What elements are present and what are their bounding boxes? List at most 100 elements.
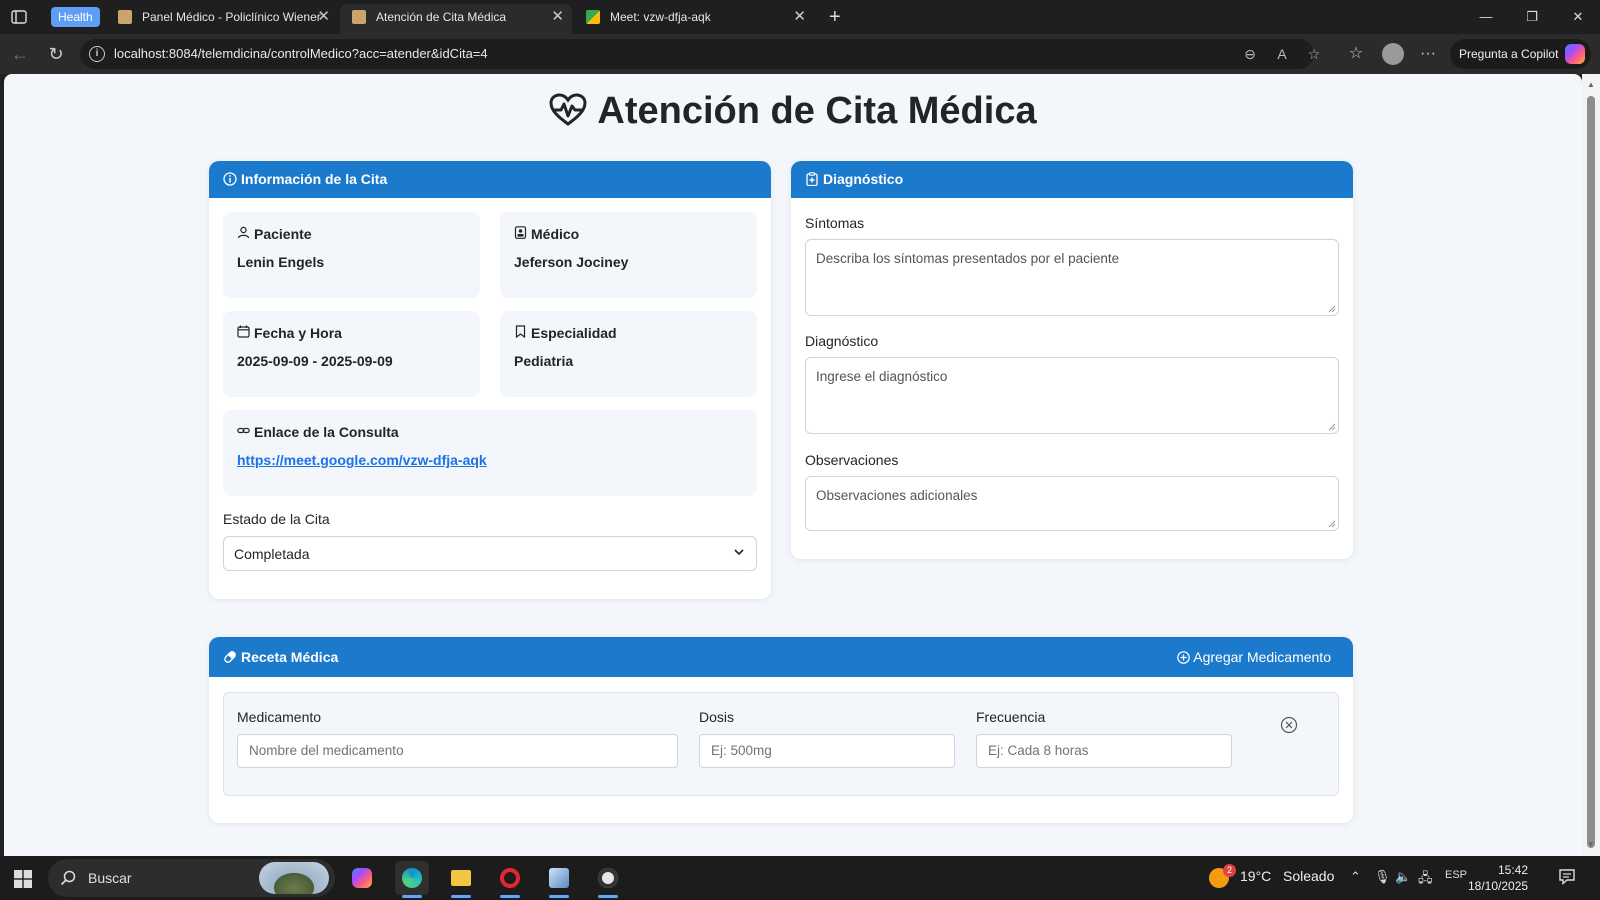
- resize-grip-icon[interactable]: [1328, 305, 1336, 313]
- medication-row: Medicamento Nombre del medicamento Dosis…: [223, 692, 1339, 796]
- close-tab-icon[interactable]: ✕: [317, 4, 330, 30]
- tab-group-label[interactable]: Health: [51, 7, 100, 27]
- tray-overflow-icon[interactable]: ⌃: [1350, 869, 1361, 885]
- tab-title: Panel Médico - Policlínico Wiener: [142, 10, 321, 24]
- weather-temperature[interactable]: 19°C: [1240, 868, 1271, 884]
- tab-meet[interactable]: Meet: vzw-dfja-aqk ✕: [574, 4, 814, 34]
- specialty-label-text: Especialidad: [531, 325, 617, 341]
- dose-input[interactable]: Ej: 500mg: [699, 734, 955, 768]
- folder-icon: [451, 870, 471, 886]
- calendar-icon: [237, 325, 250, 338]
- heart-pulse-icon: [549, 93, 587, 126]
- taskbar-opera[interactable]: [493, 861, 527, 898]
- zoom-icon[interactable]: ⊖: [1240, 44, 1260, 64]
- taskbar-virtualbox[interactable]: [542, 861, 576, 898]
- notifications-icon[interactable]: [1558, 868, 1576, 886]
- windows-start-icon[interactable]: [14, 870, 32, 888]
- reload-button[interactable]: ↻: [44, 42, 68, 66]
- doctor-value: Jeferson Jociney: [514, 254, 629, 270]
- browser-tab-bar: Health Panel Médico - Policlínico Wiener…: [0, 0, 1600, 34]
- more-options-icon[interactable]: ···: [1416, 42, 1440, 66]
- windows-taskbar: Buscar 2 19°C Soleado ⌃ 🎙 🔈 🖧 ESP 15:42 …: [0, 856, 1600, 900]
- network-icon[interactable]: 🖧: [1418, 869, 1433, 891]
- observations-textarea[interactable]: Observaciones adicionales: [805, 476, 1339, 531]
- copilot-icon: [1565, 44, 1585, 64]
- specialty-value: Pediatria: [514, 353, 574, 369]
- diagnosis-textarea[interactable]: Ingrese el diagnóstico: [805, 357, 1339, 434]
- taskbar-search[interactable]: Buscar: [48, 859, 335, 897]
- symptoms-textarea[interactable]: Describa los síntomas presentados por el…: [805, 239, 1339, 316]
- datetime-box: Fecha y Hora 2025-09-09 - 2025-09-09: [223, 311, 480, 397]
- frequency-input[interactable]: Ej: Cada 8 horas: [976, 734, 1232, 768]
- remove-medication-icon[interactable]: [1280, 716, 1298, 734]
- status-select[interactable]: Completada: [223, 536, 757, 571]
- page-scrollbar[interactable]: ▲ ▼: [1582, 74, 1600, 856]
- datetime-label-text: Fecha y Hora: [254, 325, 342, 341]
- copilot-label: Pregunta a Copilot: [1459, 47, 1559, 61]
- link-icon: [237, 427, 250, 434]
- copilot-app-icon: [352, 868, 372, 888]
- google-meet-icon: [586, 10, 600, 24]
- chevron-down-icon: [734, 549, 744, 556]
- link-label-text: Enlace de la Consulta: [254, 424, 399, 440]
- page-title-text: Atención de Cita Médica: [597, 90, 1037, 132]
- diagnosis-label: Diagnóstico: [805, 333, 879, 349]
- close-window-button[interactable]: ✕: [1558, 4, 1598, 30]
- edge-browser-icon: [402, 868, 422, 888]
- medication-label: Medicamento: [237, 709, 322, 725]
- tab-actions-icon[interactable]: [10, 8, 28, 26]
- microphone-icon[interactable]: 🎙: [1374, 869, 1391, 885]
- resize-grip-icon[interactable]: [1328, 520, 1336, 528]
- tab-atencion-cita[interactable]: Atención de Cita Médica ✕: [340, 4, 572, 34]
- restore-button[interactable]: ❐: [1512, 4, 1552, 30]
- taskbar-edge[interactable]: [395, 861, 429, 898]
- taskbar-file-explorer[interactable]: [444, 861, 478, 898]
- weather-description[interactable]: Soleado: [1283, 868, 1334, 884]
- search-highlight-image: [259, 862, 329, 894]
- dose-label: Dosis: [699, 709, 735, 725]
- scroll-thumb[interactable]: [1587, 96, 1595, 848]
- medication-input[interactable]: Nombre del medicamento: [237, 734, 678, 768]
- info-circle-icon: [223, 172, 237, 186]
- plus-circle-icon: [1177, 651, 1191, 664]
- favorite-star-icon[interactable]: ☆: [1304, 44, 1324, 64]
- card-header: Información de la Cita: [209, 161, 771, 198]
- favorites-icon[interactable]: ☆: [1344, 42, 1368, 66]
- taskbar-obs[interactable]: [591, 861, 625, 898]
- address-bar[interactable]: i localhost:8084/telemdicina/controlMedi…: [80, 39, 1320, 69]
- site-info-icon[interactable]: i: [89, 46, 105, 62]
- frequency-placeholder: Ej: Cada 8 horas: [988, 743, 1089, 758]
- minimize-button[interactable]: —: [1466, 4, 1506, 30]
- bookmark-icon: [515, 325, 526, 338]
- symptoms-label: Síntomas: [805, 215, 865, 231]
- profile-avatar[interactable]: [1382, 43, 1404, 65]
- symptoms-placeholder: Describa los síntomas presentados por el…: [816, 251, 1120, 266]
- opera-browser-icon: [500, 868, 520, 888]
- url-text[interactable]: localhost:8084/telemdicina/controlMedico…: [114, 46, 488, 61]
- doctor-box: Médico Jeferson Jociney: [500, 212, 757, 298]
- volume-icon[interactable]: 🔈: [1395, 869, 1411, 885]
- read-aloud-icon[interactable]: A: [1272, 44, 1292, 64]
- scroll-down-icon[interactable]: ▼: [1585, 840, 1597, 850]
- taskbar-copilot[interactable]: [345, 861, 379, 895]
- card-header-title: Receta Médica: [241, 649, 339, 665]
- meeting-link[interactable]: https://meet.google.com/vzw-dfja-aqk: [237, 452, 743, 468]
- page-viewport: Atención de Cita Médica Información de l…: [4, 74, 1582, 856]
- back-button[interactable]: ←: [8, 42, 32, 66]
- scroll-up-icon[interactable]: ▲: [1585, 80, 1597, 90]
- tab-panel-medico[interactable]: Panel Médico - Policlínico Wiener ✕: [106, 4, 338, 34]
- link-label: Enlace de la Consulta: [237, 424, 743, 440]
- resize-grip-icon[interactable]: [1328, 423, 1336, 431]
- card-header: Diagnóstico: [791, 161, 1353, 198]
- card-header: Receta Médica Agregar Medicamento: [209, 637, 1353, 677]
- browser-toolbar: ← ↻ i localhost:8084/telemdicina/control…: [0, 34, 1600, 74]
- close-tab-icon[interactable]: ✕: [551, 4, 564, 30]
- system-clock[interactable]: 15:42 18/10/2025: [1468, 862, 1528, 894]
- close-tab-icon[interactable]: ✕: [793, 4, 806, 30]
- site-favicon-icon: [352, 10, 366, 24]
- add-medication-button[interactable]: Agregar Medicamento: [1177, 637, 1331, 677]
- copilot-button[interactable]: Pregunta a Copilot: [1450, 39, 1591, 69]
- language-indicator[interactable]: ESP: [1445, 869, 1467, 881]
- new-tab-button[interactable]: +: [829, 4, 841, 30]
- patient-label: Paciente: [237, 226, 466, 242]
